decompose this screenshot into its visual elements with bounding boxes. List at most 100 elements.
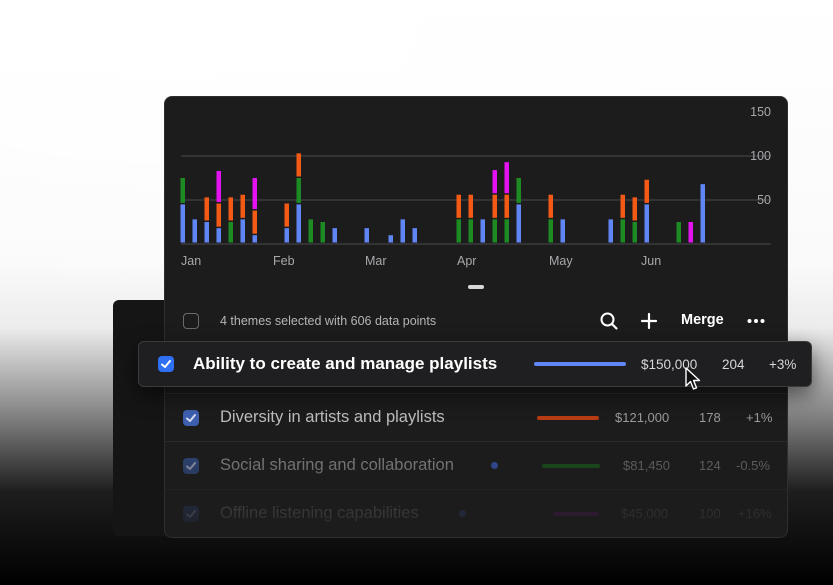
bar-segment bbox=[516, 204, 521, 243]
bar-segment bbox=[332, 228, 337, 243]
theme-row[interactable]: Offline listening capabilities $45,000 1… bbox=[165, 489, 787, 537]
status-dot bbox=[459, 510, 466, 517]
theme-change: -0.5% bbox=[736, 458, 770, 473]
theme-color-bar bbox=[542, 464, 600, 468]
theme-count: 204 bbox=[722, 357, 745, 372]
theme-row[interactable]: Social sharing and collaboration $81,450… bbox=[165, 441, 787, 490]
bar-segment bbox=[320, 222, 325, 243]
bar-segment bbox=[228, 197, 233, 221]
theme-label: Ability to create and manage playlists bbox=[193, 354, 498, 373]
x-tick-label: Mar bbox=[365, 254, 387, 268]
bar-segment bbox=[700, 184, 705, 243]
merge-button[interactable]: Merge bbox=[681, 312, 724, 328]
bar-segment bbox=[296, 153, 301, 177]
selection-toolbar: 4 themes selected with 606 data points M… bbox=[165, 307, 787, 335]
select-all-checkbox[interactable] bbox=[183, 313, 199, 329]
theme-change: +1% bbox=[746, 410, 773, 425]
bar-segment bbox=[548, 219, 553, 243]
themes-panel: 150 100 50 Jan Feb Mar Apr May Jun 4 themes sele… bbox=[164, 96, 788, 538]
bar-segment bbox=[180, 204, 185, 243]
row-checkbox[interactable] bbox=[183, 506, 199, 522]
bar-segment bbox=[204, 222, 209, 243]
theme-change: +3% bbox=[769, 357, 797, 372]
bar-segment bbox=[632, 222, 637, 243]
x-tick-label: May bbox=[549, 254, 573, 268]
bar-segment bbox=[560, 219, 565, 243]
bar-segment bbox=[492, 219, 497, 243]
more-options-icon[interactable] bbox=[746, 311, 766, 331]
mouse-pointer-icon bbox=[685, 367, 701, 390]
bar-segment bbox=[252, 235, 257, 243]
bar-segment bbox=[388, 235, 393, 243]
bar-segment bbox=[516, 178, 521, 203]
add-icon[interactable] bbox=[639, 311, 659, 331]
bar-segment bbox=[284, 228, 289, 243]
row-checkbox[interactable] bbox=[183, 458, 199, 474]
y-tick-label: 50 bbox=[757, 193, 771, 207]
selected-theme-row[interactable]: Ability to create and manage playlists $… bbox=[138, 341, 812, 387]
bar-segment bbox=[204, 197, 209, 221]
x-tick-label: Jun bbox=[641, 254, 661, 268]
search-icon[interactable] bbox=[599, 311, 619, 331]
bar-segment bbox=[216, 170, 221, 203]
theme-color-bar bbox=[534, 362, 626, 366]
bar-segment bbox=[504, 194, 509, 218]
bar-segment bbox=[216, 228, 221, 243]
bar-segment bbox=[364, 228, 369, 243]
stacked-bar-chart: 150 100 50 Jan Feb Mar Apr May Jun bbox=[180, 105, 771, 268]
bar-segment bbox=[296, 204, 301, 243]
theme-label: Offline listening capabilities bbox=[220, 504, 419, 522]
bar-segment bbox=[400, 219, 405, 243]
theme-label: Social sharing and collaboration bbox=[220, 456, 454, 474]
theme-change: +16% bbox=[738, 506, 772, 521]
theme-count: 100 bbox=[699, 506, 721, 521]
bar-segment bbox=[620, 219, 625, 243]
bar-segment bbox=[644, 179, 649, 203]
theme-count: 124 bbox=[699, 458, 721, 473]
bar-segment bbox=[492, 194, 497, 218]
bar-segment bbox=[480, 219, 485, 243]
bar-segment bbox=[688, 222, 693, 243]
selection-summary: 4 themes selected with 606 data points bbox=[220, 314, 437, 328]
bar-segment bbox=[296, 178, 301, 203]
theme-row[interactable]: Diversity in artists and playlists $121,… bbox=[165, 393, 787, 442]
y-tick-label: 150 bbox=[750, 105, 771, 119]
bar-segment bbox=[492, 170, 497, 194]
bar-segment bbox=[216, 203, 221, 227]
bar-segment bbox=[412, 228, 417, 243]
row-checkbox[interactable] bbox=[158, 356, 174, 372]
theme-amount: $81,450 bbox=[623, 458, 670, 473]
y-tick-label: 100 bbox=[750, 149, 771, 163]
bar-segment bbox=[192, 219, 197, 243]
bar-segment bbox=[608, 219, 613, 243]
bar-segment bbox=[240, 219, 245, 243]
row-checkbox[interactable] bbox=[183, 410, 199, 426]
theme-amount: $121,000 bbox=[615, 410, 670, 425]
bar-segment bbox=[468, 194, 473, 218]
bar-segment bbox=[644, 204, 649, 243]
bar-segment bbox=[548, 194, 553, 218]
theme-color-bar bbox=[537, 416, 599, 420]
bar-segment bbox=[228, 222, 233, 243]
bar-segment bbox=[676, 222, 681, 243]
theme-amount: $45,000 bbox=[621, 506, 668, 521]
bar-segment bbox=[632, 197, 637, 221]
x-tick-label: Jan bbox=[181, 254, 201, 268]
bar-segment bbox=[468, 219, 473, 243]
theme-label: Diversity in artists and playlists bbox=[220, 408, 445, 426]
status-dot bbox=[491, 462, 498, 469]
bar-segment bbox=[252, 210, 257, 234]
theme-count: 178 bbox=[699, 410, 721, 425]
theme-color-bar bbox=[553, 512, 599, 516]
bar-segment bbox=[252, 178, 257, 210]
bar-segment bbox=[308, 219, 313, 243]
x-tick-label: Apr bbox=[457, 254, 476, 268]
bar-segment bbox=[180, 178, 185, 203]
bar-segment bbox=[456, 194, 461, 218]
bar-segment bbox=[240, 194, 245, 218]
x-tick-label: Feb bbox=[273, 254, 295, 268]
bar-segment bbox=[620, 194, 625, 218]
resize-handle[interactable] bbox=[468, 285, 484, 289]
bar-segment bbox=[504, 162, 509, 194]
bar-segment bbox=[456, 219, 461, 243]
